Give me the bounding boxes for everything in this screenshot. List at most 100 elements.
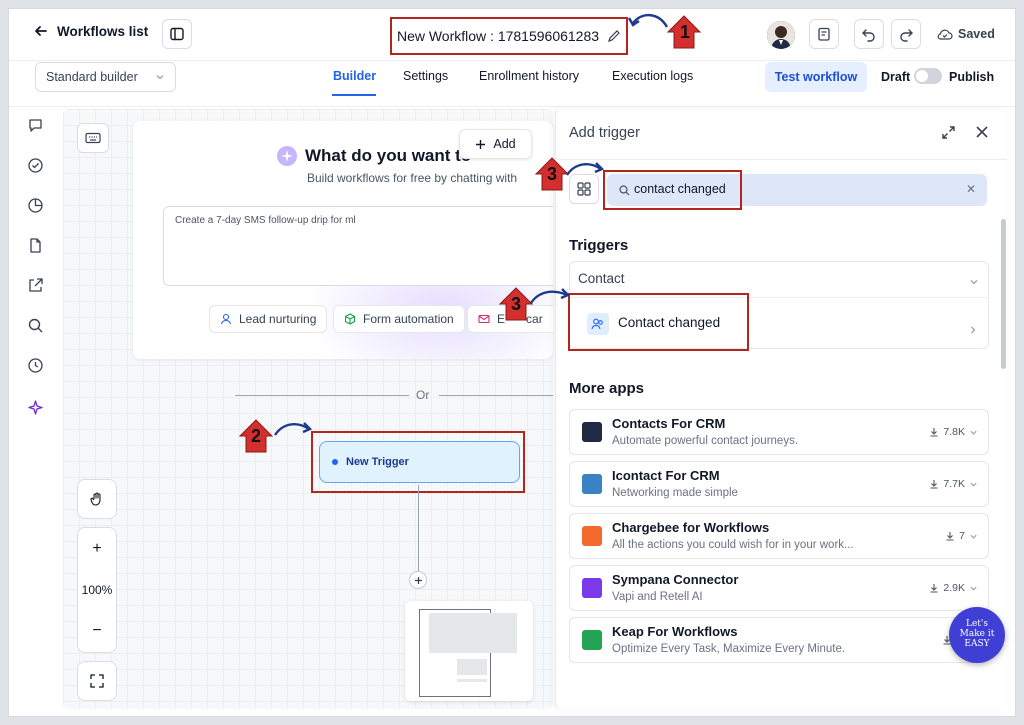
workflow-title-text: New Workflow : 1781596061283 [396,28,600,44]
tab-settings[interactable]: Settings [403,69,448,83]
ai-card-subtitle: Build workflows for free by chatting wit… [307,171,518,185]
annotation-box-contact-changed [568,293,749,351]
chip-label: Form automation [363,312,454,326]
plus-icon [476,139,486,149]
download-icon [930,428,938,437]
builder-select-value: Standard builder [46,70,138,84]
keyboard-shortcuts-button[interactable] [77,123,109,153]
chevron-down-icon[interactable] [969,480,978,489]
app-row[interactable]: Keap For Workflows Optimize Every Task, M… [569,617,989,663]
tab-builder[interactable]: Builder [333,69,376,83]
grid-icon [577,182,591,196]
panel-divider [555,159,1007,160]
zoom-in-button[interactable]: + [92,540,101,558]
chevron-down-icon [156,75,164,80]
panel-scrollbar[interactable] [1001,219,1006,369]
chevron-down-icon[interactable] [969,277,979,287]
undo-button[interactable] [854,19,884,49]
more-apps-heading: More apps [569,380,645,397]
chat-icon[interactable] [25,115,45,135]
badge-number: 2 [250,426,261,446]
app-logo-icon [582,578,602,598]
builder-select[interactable]: Standard builder [35,62,176,92]
download-icon [930,480,938,489]
annotation-arrow-2 [273,417,315,439]
ai-card-title-text: What do you want to [305,146,472,165]
app-logo-icon [582,474,602,494]
app-install-count: 7 [945,530,978,542]
app-row[interactable]: Contacts For CRM Automate powerful contac… [569,409,989,455]
app-name: Contacts For CRM [612,416,726,431]
back-label: Workflows list [57,23,149,39]
close-icon [976,126,988,138]
chevron-down-icon[interactable] [969,532,978,541]
history-icon[interactable] [25,355,45,375]
zoom-out-button[interactable]: − [92,622,101,640]
document-icon[interactable] [25,235,45,255]
or-divider-label: Or [416,388,430,402]
cloud-check-icon [937,29,953,40]
app-name: Sympana Connector [612,572,739,587]
annotation-box-search [603,170,742,210]
search-icon[interactable] [25,315,45,335]
chevron-down-icon[interactable] [969,428,978,437]
add-node-button[interactable]: Add [459,129,532,159]
publish-toggle[interactable] [914,68,942,84]
app-install-count: 7.8K [929,426,978,438]
chip-lead-nurturing[interactable]: Lead nurturing [209,305,328,333]
test-workflow-button[interactable]: Test workflow [765,62,867,92]
check-circle-icon[interactable] [25,155,45,175]
plus-icon [414,576,422,584]
tab-enrollment-history[interactable]: Enrollment history [479,69,579,83]
redo-button[interactable] [891,19,921,49]
checklist-button[interactable] [809,19,839,49]
active-tab-indicator [332,94,376,96]
clipboard-icon [818,27,830,41]
app-install-count: 7.7K [929,478,978,490]
add-step-button[interactable] [409,571,427,589]
app-row[interactable]: Sympana Connector Vapi and Retell AI 2.9K [569,565,989,611]
app-logo-icon [582,422,602,442]
user-icon [220,313,232,325]
pie-chart-icon[interactable] [25,195,45,215]
clear-search-button[interactable]: ✕ [966,182,976,196]
draft-label: Draft [881,70,911,84]
publish-label: Publish [949,70,995,84]
minimap[interactable] [405,601,533,701]
chip-form-automation[interactable]: Form automation [333,305,465,333]
app-row[interactable]: Icontact For CRM Networking made simple 7.… [569,461,989,507]
expand-panel-button[interactable] [941,125,956,140]
sparkle-icon[interactable] [25,397,45,417]
external-link-icon[interactable] [25,275,45,295]
pan-tool-button[interactable] [77,479,117,519]
watermark-text: Let's Make it EASY [959,619,995,649]
close-panel-button[interactable] [975,125,989,139]
category-title[interactable]: Contact [578,271,625,286]
app-count-value: 7.7K [943,478,965,490]
workflow-title[interactable]: New Workflow : 1781596061283 [390,17,628,55]
chip-label: Lead nurturing [239,312,317,326]
app-name: Keap For Workflows [612,624,738,639]
toggle-sidebar-button[interactable] [162,19,192,49]
badge-number: 3 [546,164,557,184]
app-row[interactable]: Chargebee for Workflows All the actions y… [569,513,989,559]
undo-icon [862,29,875,42]
tab-execution-logs[interactable]: Execution logs [612,69,693,83]
arrow-left-icon [35,26,47,36]
avatar[interactable] [767,21,795,49]
expand-icon [942,126,955,139]
chevron-down-icon[interactable] [969,584,978,593]
download-icon [946,532,954,541]
back-to-workflows-button[interactable]: Workflows list [33,23,148,39]
new-trigger-node[interactable]: New Trigger [319,441,520,483]
triggers-heading: Triggers [569,237,629,254]
annotation-arrow-1 [627,9,669,35]
app-description: Vapi and Retell AI [612,591,703,603]
ai-sparkle-icon [277,146,297,166]
app-window: Workflows list New Workflow : 1781596061… [8,8,1016,717]
fit-view-button[interactable] [77,661,117,701]
save-status: Saved [937,27,995,41]
ai-prompt-input[interactable]: Create a 7-day SMS follow-up drip for ml [163,206,553,286]
pencil-icon[interactable] [607,29,621,43]
app-count-value: 2.9K [943,582,965,594]
